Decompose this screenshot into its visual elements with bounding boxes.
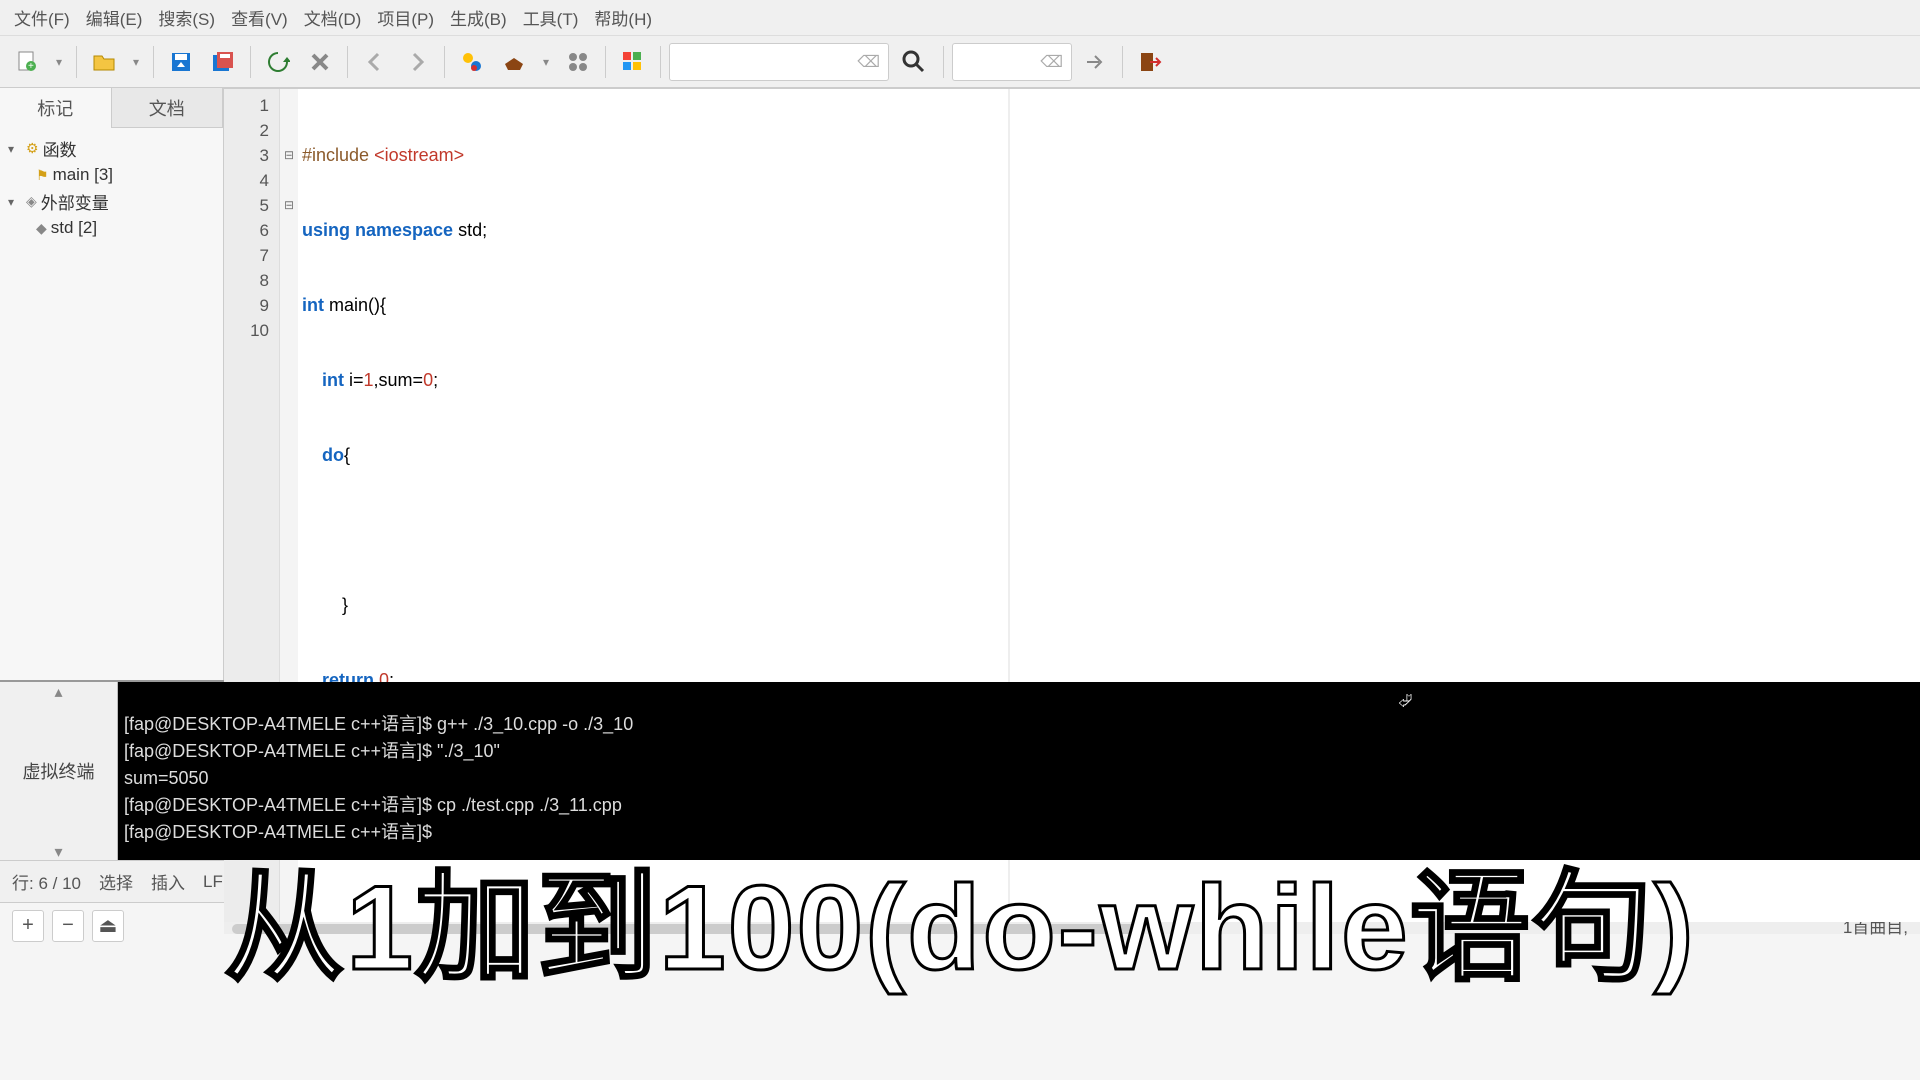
mouse-cursor-icon: ⮰ [1398,688,1412,715]
eject-button[interactable]: ⏏ [92,910,124,942]
menu-help[interactable]: 帮助(H) [586,1,660,34]
run-button[interactable] [559,43,597,81]
menu-search[interactable]: 搜索(S) [150,1,223,34]
new-file-button[interactable]: + [8,43,46,81]
remove-button[interactable]: − [52,910,84,942]
color-picker-button[interactable] [614,43,652,81]
build-dropdown[interactable]: ▾ [537,43,555,81]
menu-edit[interactable]: 编辑(E) [78,1,151,34]
close-button[interactable] [301,43,339,81]
compile-button[interactable] [453,43,491,81]
tree-item-std[interactable]: ◆std [2] [4,216,219,240]
menu-bar: 文件(F) 编辑(E) 搜索(S) 查看(V) 文档(D) 项目(P) 生成(B… [0,0,1920,36]
terminal-panel: ▴ 虚拟终端 ▾ [fap@DESKTOP-A4TMELE c++语言]$ g+… [0,680,1920,860]
terminal-collapse-down[interactable]: ▾ [0,842,117,860]
sidebar: 标记 文档 ▾⚙函数 ⚑main [3] ▾◈外部变量 ◆std [2] [0,88,224,680]
terminal-output[interactable]: [fap@DESKTOP-A4TMELE c++语言]$ g++ ./3_10.… [118,682,1920,860]
tree-label: 外部变量 [41,189,109,214]
menu-view[interactable]: 查看(V) [223,1,296,34]
save-button[interactable] [162,43,200,81]
new-file-dropdown[interactable]: ▾ [50,43,68,81]
tree-group-functions[interactable]: ▾⚙函数 [4,134,219,163]
menu-document[interactable]: 文档(D) [296,1,370,34]
clear-search-icon[interactable]: ⌫ [857,52,880,72]
nav-forward-button[interactable] [398,43,436,81]
search-box[interactable]: ⌫ [669,43,889,81]
open-file-dropdown[interactable]: ▾ [127,43,145,81]
open-file-button[interactable] [85,43,123,81]
menu-tools[interactable]: 工具(T) [515,1,587,34]
menu-project[interactable]: 项目(P) [369,1,442,34]
status-line-col: 行: 6 / 10 [12,869,81,894]
tree-group-externals[interactable]: ▾◈外部变量 [4,187,219,216]
toolbar: + ▾ ▾ ▾ ⌫ ⌫ [0,36,1920,88]
sidebar-tab-symbols[interactable]: 标记 [0,88,112,128]
symbol-tree: ▾⚙函数 ⚑main [3] ▾◈外部变量 ◆std [2] [0,128,223,680]
exit-button[interactable] [1131,43,1169,81]
goto-button[interactable] [1076,43,1114,81]
terminal-collapse-up[interactable]: ▴ [0,682,117,700]
menu-build[interactable]: 生成(B) [442,1,515,34]
save-all-button[interactable] [204,43,242,81]
build-button[interactable] [495,43,533,81]
tree-label: std [2] [51,218,97,238]
search-button[interactable] [893,41,935,83]
nav-back-button[interactable] [356,43,394,81]
svg-text:+: + [28,61,34,72]
reload-button[interactable] [259,43,297,81]
clear-goto-icon[interactable]: ⌫ [1040,52,1063,72]
sidebar-tab-documents[interactable]: 文档 [112,88,224,128]
goto-line-box[interactable]: ⌫ [952,43,1072,81]
tree-label: main [3] [53,165,113,185]
add-button[interactable]: + [12,910,44,942]
menu-file[interactable]: 文件(F) [6,1,78,34]
tree-item-main[interactable]: ⚑main [3] [4,163,219,187]
terminal-label: 虚拟终端 [23,700,95,842]
tree-label: 函数 [43,136,77,161]
